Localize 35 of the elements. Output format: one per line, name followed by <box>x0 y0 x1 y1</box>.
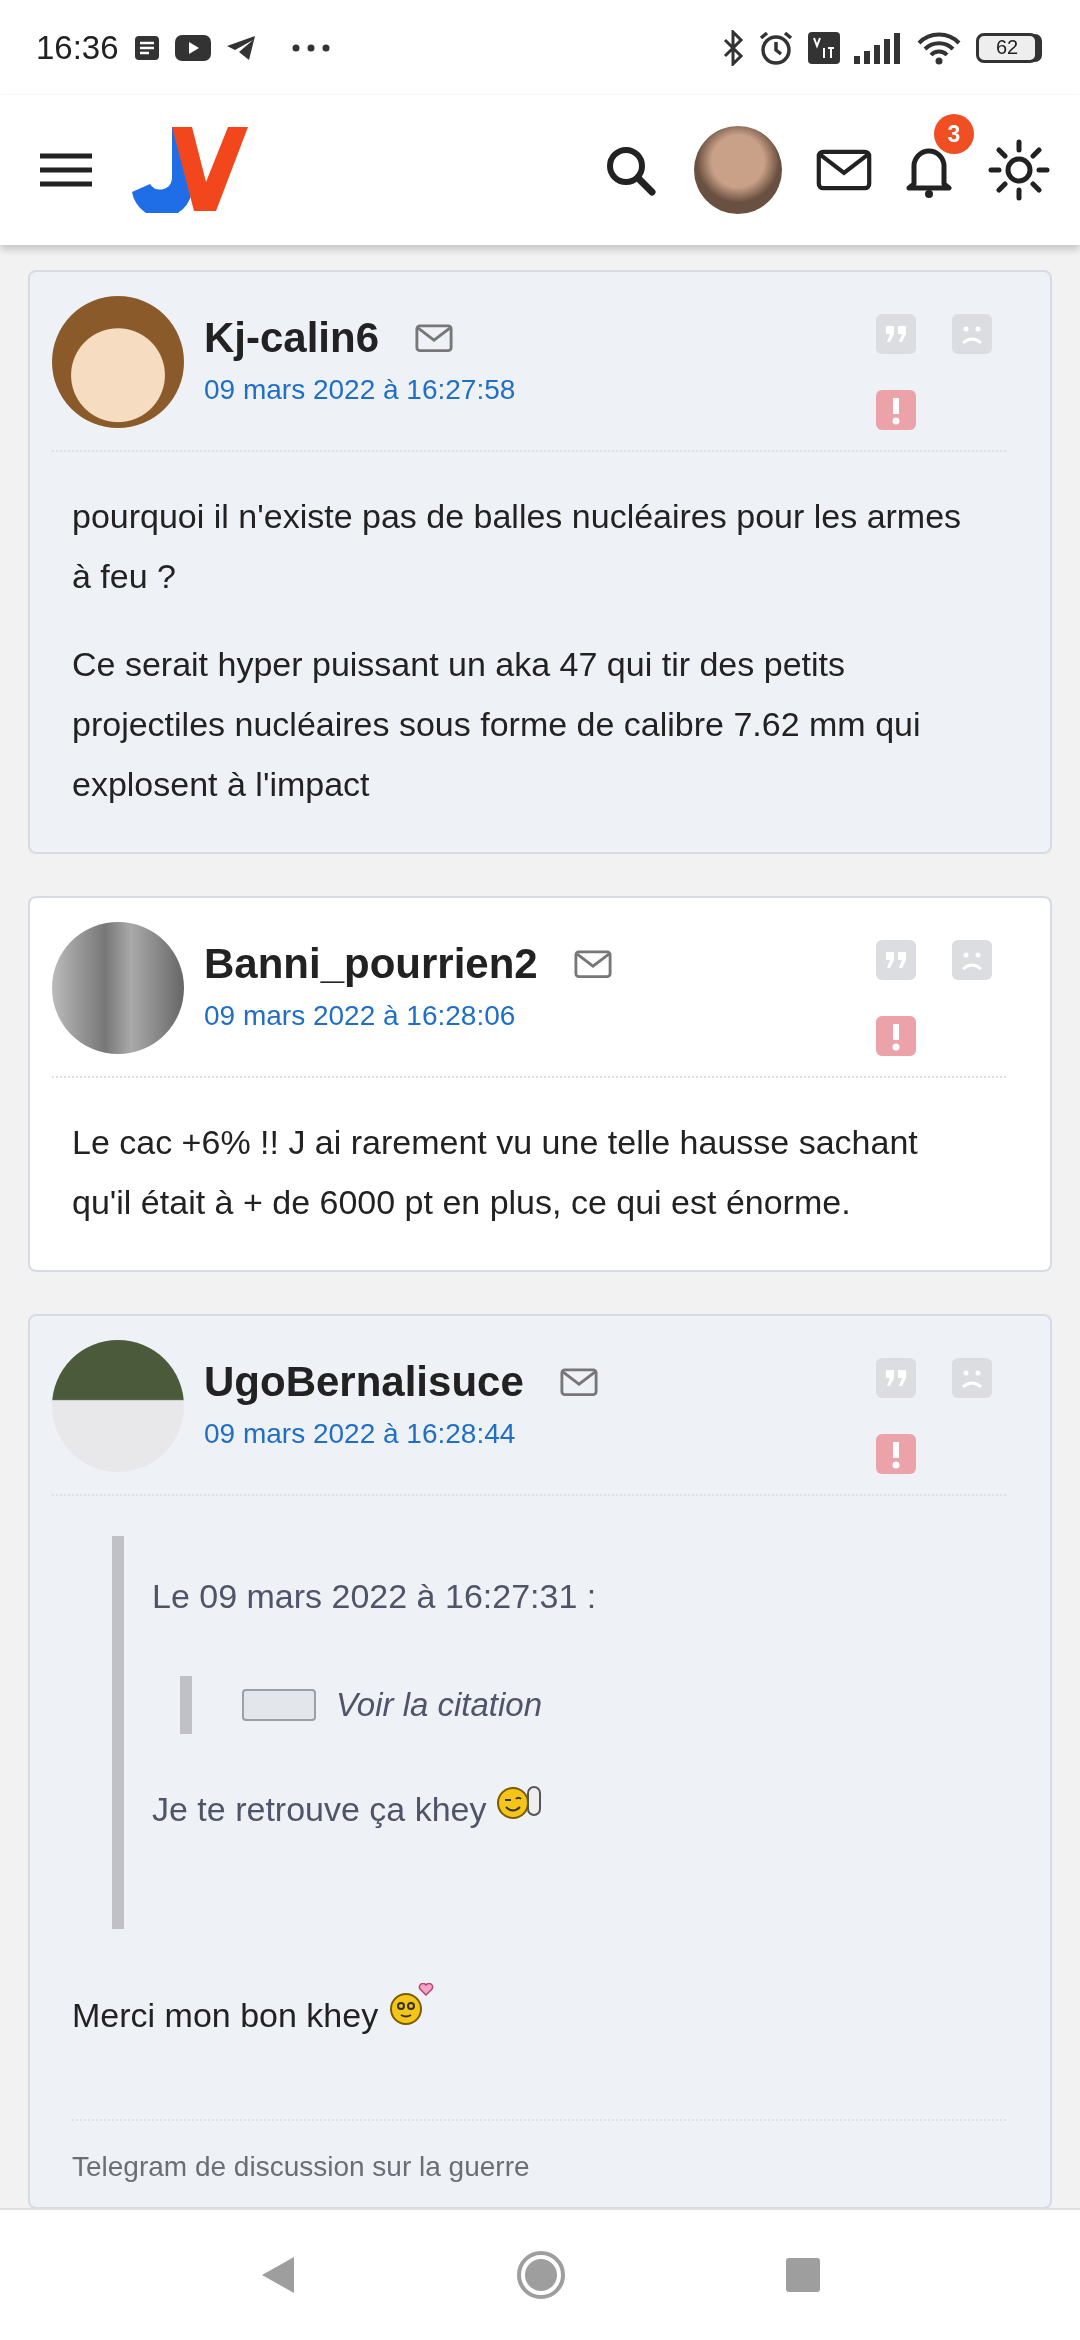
quote-text: Je te retrouve ça khey <box>152 1779 968 1839</box>
post-date[interactable]: 09 mars 2022 à 16:27:58 <box>204 374 856 406</box>
alert-icon[interactable] <box>876 1434 916 1474</box>
status-time: 16:36 <box>36 28 119 67</box>
expand-quote-button[interactable] <box>242 1689 316 1721</box>
post-text: pourquoi il n'existe pas de balles nucléaires pour les armes à feu ? <box>72 496 963 597</box>
more-icon <box>290 42 331 53</box>
wifi-icon <box>916 30 962 65</box>
search-icon[interactable] <box>604 144 656 196</box>
post-text: Ce serait hyper puissant un aka 47 qui tir des petits projectiles nucléaires sous forme de calibre 7.62 mm qui explosent à l'impact <box>72 644 922 805</box>
alarm-icon <box>758 29 794 66</box>
smiley-icon <box>387 1983 436 2027</box>
signal-icon <box>854 31 902 64</box>
play-icon <box>174 34 211 61</box>
author-name[interactable]: Kj-calin6 <box>204 314 380 362</box>
show-quote-text[interactable]: Voir la citation <box>336 1686 543 1724</box>
sun-icon[interactable] <box>988 139 1050 201</box>
logo[interactable] <box>132 127 248 213</box>
mail-icon[interactable] <box>816 149 872 191</box>
notification-badge: 3 <box>934 114 974 154</box>
signature-text: Telegram de discussion sur la guerre <box>72 2151 530 2182</box>
author-name[interactable]: Banni_pourrien2 <box>204 940 538 988</box>
alert-icon[interactable] <box>876 1016 916 1056</box>
post-text: Merci mon bon khey <box>72 1983 968 2045</box>
back-icon[interactable] <box>260 2255 296 2295</box>
post-text: Le cac +6% !! J ai rarement vu une telle hausse sachant qu'il était à + de 6000 pt en plus, ce qui est énorme. <box>72 1122 919 1223</box>
notes-icon <box>132 33 161 62</box>
quote-header: Le 09 mars 2022 à 16:27:31 : <box>152 1576 598 1617</box>
post-date[interactable]: 09 mars 2022 à 16:28:44 <box>204 1418 856 1450</box>
home-icon[interactable] <box>516 2250 566 2300</box>
alert-icon[interactable] <box>876 390 916 430</box>
bluetooth-icon <box>722 29 744 66</box>
menu-icon[interactable] <box>40 153 92 187</box>
post-date[interactable]: 09 mars 2022 à 16:28:06 <box>204 1000 856 1032</box>
author-name[interactable]: UgoBernalisuce <box>204 1358 524 1406</box>
